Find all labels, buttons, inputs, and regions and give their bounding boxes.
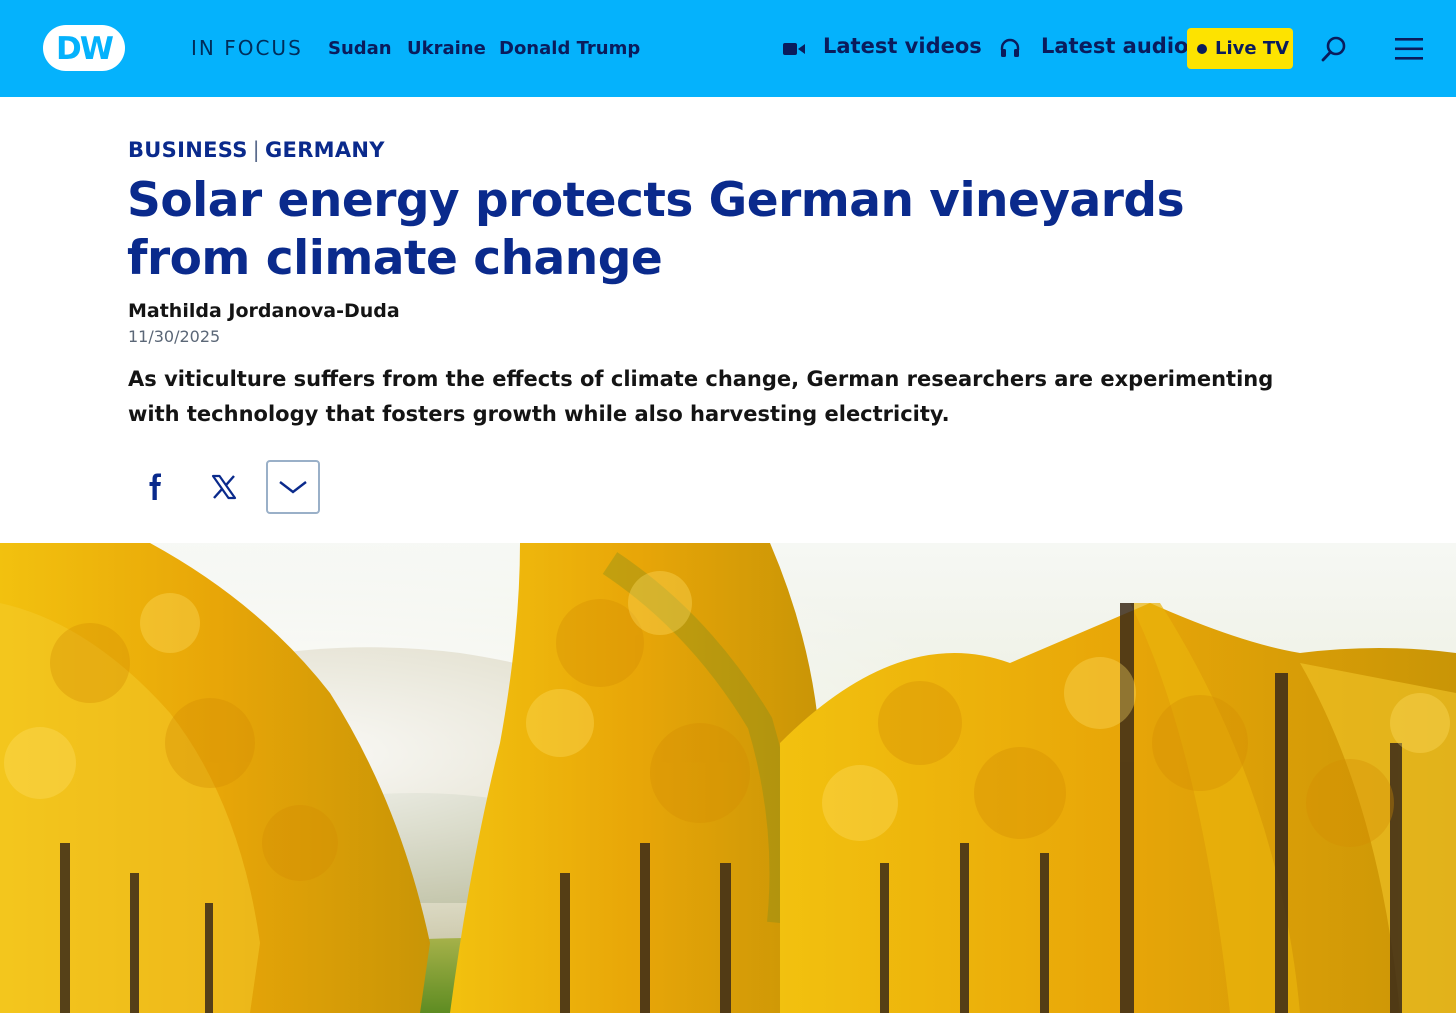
article-headline: Solar energy protects German vineyards f…: [127, 173, 1185, 286]
hamburger-menu-icon[interactable]: [1394, 36, 1424, 62]
share-more-button[interactable]: [266, 460, 320, 514]
live-indicator-dot: [1197, 44, 1207, 54]
x-icon: [211, 474, 237, 500]
top-navigation-bar: DW IN FOCUS Sudan Ukraine Donald Trump L…: [0, 0, 1456, 97]
dw-logo[interactable]: DW: [40, 22, 128, 74]
hero-image-vineyard: [0, 543, 1456, 1013]
search-icon[interactable]: [1320, 35, 1348, 63]
dw-logo-text: DW: [56, 31, 114, 67]
latest-videos-link[interactable]: Latest videos: [823, 34, 982, 58]
video-camera-icon[interactable]: [782, 40, 806, 58]
article-kicker: BUSINESS | GERMANY: [128, 138, 385, 162]
facebook-icon: [149, 473, 161, 500]
category-link-business[interactable]: BUSINESS: [128, 138, 248, 162]
in-focus-label: IN FOCUS: [191, 36, 303, 60]
topic-link-ukraine[interactable]: Ukraine: [407, 38, 486, 59]
share-facebook-button[interactable]: [128, 460, 182, 514]
live-tv-button[interactable]: Live TV: [1187, 28, 1293, 69]
author-name[interactable]: Mathilda Jordanova-Duda: [128, 300, 400, 322]
headphones-icon[interactable]: [999, 37, 1021, 59]
kicker-separator: |: [252, 138, 261, 162]
topic-link-donald-trump[interactable]: Donald Trump: [499, 38, 640, 59]
chevron-down-icon: [279, 481, 307, 494]
category-link-germany[interactable]: GERMANY: [265, 138, 385, 162]
live-tv-label: Live TV: [1215, 38, 1290, 59]
latest-audio-link[interactable]: Latest audio: [1041, 34, 1188, 58]
publish-date: 11/30/2025: [128, 327, 221, 346]
vineyard-photo: [0, 543, 1456, 1013]
share-x-button[interactable]: [197, 460, 251, 514]
topic-link-sudan[interactable]: Sudan: [328, 38, 392, 59]
article-teaser: As viticulture suffers from the effects …: [128, 367, 1274, 426]
